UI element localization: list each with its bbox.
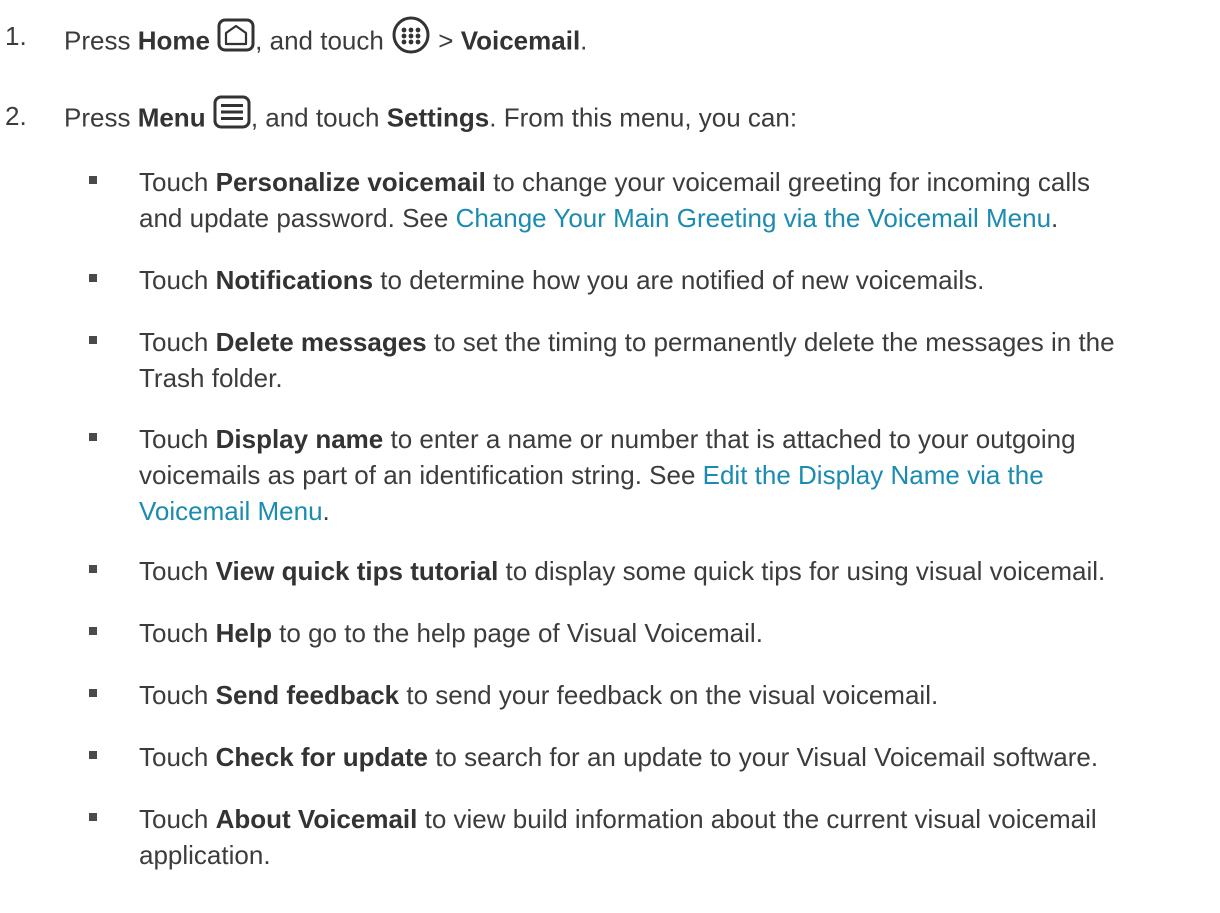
description-text: voicemails as part of an identification … xyxy=(139,460,703,490)
step-middle: , and touch xyxy=(255,25,392,56)
edit-display-name-link[interactable]: Voicemail Menu xyxy=(139,496,323,526)
voicemail-label: Voicemail xyxy=(460,25,581,56)
list-item-text: Touch Check for update to search for an … xyxy=(139,739,1214,775)
step-prefix: Press xyxy=(64,102,138,133)
step-number: 1. xyxy=(5,21,27,51)
description-text: to determine how you are notified of new… xyxy=(373,265,985,295)
list-item-text: Touch About Voicemail to view build info… xyxy=(139,801,1214,873)
option-name: Help xyxy=(215,618,272,648)
step-number: 2. xyxy=(5,101,27,131)
description-text: Trash folder. xyxy=(139,363,283,393)
list-item-text: Touch Delete messages to set the timing … xyxy=(139,324,1214,396)
description-text: to enter a name or number that is attach… xyxy=(383,424,1076,454)
option-name: About Voicemail xyxy=(215,804,418,834)
option-name: Delete messages xyxy=(215,327,427,357)
lead-text: Touch xyxy=(139,742,216,772)
list-item-text: Touch Notifications to determine how you… xyxy=(139,262,1214,298)
home-icon xyxy=(217,18,255,61)
step-suffix: . xyxy=(580,25,588,56)
list-item-text: Touch Personalize voicemail to change yo… xyxy=(139,164,1214,236)
lead-text: Touch xyxy=(139,680,216,710)
option-name: Display name xyxy=(215,424,384,454)
description-text: application. xyxy=(139,840,271,870)
step-suffix: . From this menu, you can: xyxy=(489,102,798,133)
list-item-text: Touch View quick tips tutorial to displa… xyxy=(139,553,1214,589)
lead-text: Touch xyxy=(139,804,216,834)
option-name: View quick tips tutorial xyxy=(215,556,499,586)
edit-display-name-link[interactable]: Edit the Display Name via the xyxy=(703,460,1044,490)
end-punct: . xyxy=(1051,203,1059,233)
description-text: to search for an update to your Visual V… xyxy=(427,742,1099,772)
lead-text: Touch xyxy=(139,556,216,586)
bullet-marker xyxy=(89,336,97,344)
bullet-marker xyxy=(89,813,97,821)
lead-text: Touch xyxy=(139,424,216,454)
description-text: to view build information about the curr… xyxy=(417,804,1097,834)
menu-label: Menu xyxy=(137,102,206,133)
bullet-marker xyxy=(89,627,97,635)
lead-text: Touch xyxy=(139,618,216,648)
bullet-marker xyxy=(89,751,97,759)
lead-text: Touch xyxy=(139,327,216,357)
bullet-marker xyxy=(89,433,97,441)
description-text: to go to the help page of Visual Voicema… xyxy=(271,618,763,648)
list-item-text: Touch Help to go to the help page of Vis… xyxy=(139,615,1214,651)
description-text: and update password. See xyxy=(139,203,456,233)
list-item-text: Touch Display name to enter a name or nu… xyxy=(139,421,1214,529)
bullet-marker xyxy=(89,689,97,697)
description-text: to set the timing to permanently delete … xyxy=(426,327,1115,357)
apps-icon xyxy=(391,15,431,64)
option-name: Notifications xyxy=(215,265,374,295)
end-punct: . xyxy=(322,496,330,526)
bullet-marker xyxy=(89,176,97,184)
option-name: Check for update xyxy=(215,742,428,772)
lead-text: Touch xyxy=(139,265,216,295)
option-name: Send feedback xyxy=(215,680,400,710)
description-text: to send your feedback on the visual voic… xyxy=(399,680,939,710)
description-text: to change your voicemail greeting for in… xyxy=(485,167,1090,197)
bullet-marker xyxy=(89,565,97,573)
lead-text: Touch xyxy=(139,167,216,197)
bullet-marker xyxy=(89,274,97,282)
step-separator: > xyxy=(431,25,461,56)
option-name: Personalize voicemail xyxy=(215,167,486,197)
list-item-text: Touch Send feedback to send your feedbac… xyxy=(139,677,1214,713)
step-text: Press Menu , and touch Settings. From th… xyxy=(64,95,798,141)
step-middle: , and touch xyxy=(250,102,387,133)
change-greeting-link[interactable]: Change Your Main Greeting via the Voicem… xyxy=(456,203,1051,233)
settings-label: Settings xyxy=(386,102,490,133)
menu-icon xyxy=(213,95,251,138)
document-page: 1. Press Home , and touch > Voicemail. 2… xyxy=(0,0,1220,913)
step-prefix: Press xyxy=(64,25,138,56)
description-text: to display some quick tips for using vis… xyxy=(498,556,1106,586)
step-text: Press Home , and touch > Voicemail. xyxy=(64,15,588,67)
home-label: Home xyxy=(137,25,210,56)
